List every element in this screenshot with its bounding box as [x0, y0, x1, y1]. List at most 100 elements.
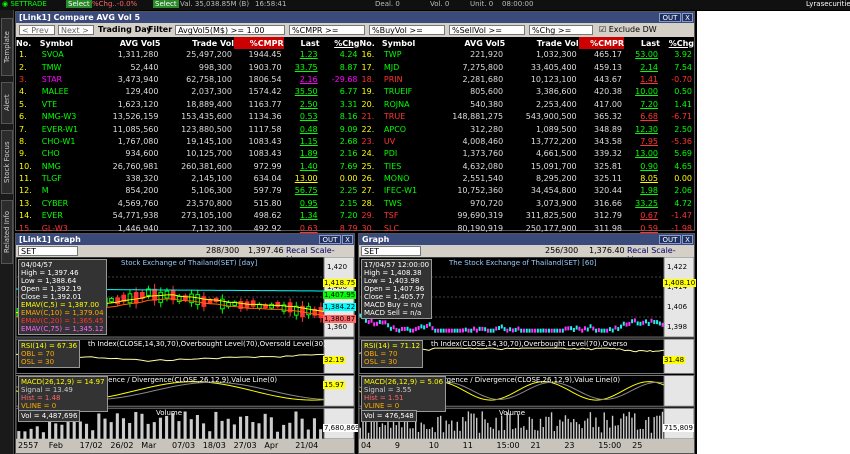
- graph2-symbol-input[interactable]: SET: [361, 246, 421, 256]
- price-tick: [450, 328, 453, 333]
- volume-bar: [578, 424, 580, 439]
- price-tick: [550, 328, 553, 333]
- graph2-toolbar: SET 256/300 1,376.40 Recal Scale-Linear: [359, 245, 694, 264]
- volume-bar: [359, 427, 361, 439]
- row-number: 6.: [19, 112, 27, 122]
- buyvol-filter[interactable]: %BuyVol >=: [369, 25, 445, 35]
- volume-bar: [559, 419, 561, 439]
- indicator-tag: 7,680,869: [323, 423, 361, 432]
- table-row[interactable]: 7. EVER-W1 11,085,560 123,880,500 1117.58 0.4…: [16, 123, 694, 135]
- table-row[interactable]: 5. VTE 1,623,120 18,889,400 1163.77 2.50 3.31 2…: [16, 99, 694, 111]
- col-header-no-[interactable]: No.: [359, 37, 382, 49]
- graph1-out-button[interactable]: OUT: [319, 235, 341, 244]
- next-button[interactable]: Next >: [58, 25, 94, 35]
- table-row[interactable]: 2. TMW 52,440 998,300 1903.70 33.75 8.87 17. MJD…: [16, 61, 694, 73]
- volume-bar: [456, 421, 458, 439]
- table-row[interactable]: 3. STAR 3,473,940 62,758,100 1806.54 2.16 -29.…: [16, 74, 694, 86]
- col-header-last[interactable]: Last: [283, 37, 320, 49]
- volume-box: Vol = 4,487,696: [18, 410, 81, 423]
- col-header--chg[interactable]: %Chg: [319, 37, 360, 49]
- avg-vol5-cell: 10,752,360: [457, 186, 504, 196]
- graph2-close-button[interactable]: X: [682, 235, 693, 244]
- price-tick: [509, 327, 512, 332]
- cmpr-filter[interactable]: %CMPR >=: [289, 25, 365, 35]
- avg-vol5-cell: 7,275,800: [462, 62, 504, 72]
- table-row[interactable]: 6. NMG-W3 13,526,159 153,435,600 1134.36 0.53…: [16, 111, 694, 123]
- tab-related-info[interactable]: Related Info: [1, 200, 13, 264]
- graph1-close-button[interactable]: X: [342, 235, 353, 244]
- price-tick: [395, 327, 398, 332]
- avg-vol5-cell: 4,632,080: [462, 161, 504, 171]
- out-button[interactable]: OUT: [659, 13, 681, 22]
- cmpr-cell: 634.04: [253, 174, 282, 184]
- table-row[interactable]: 8. CHO-W1 1,767,080 19,145,100 1083.43 1.15 2.…: [16, 136, 694, 148]
- table-row[interactable]: 1. SVOA 1,311,280 25,497,200 1944.45 1.23 4.24…: [16, 49, 694, 61]
- price-tick: [467, 328, 470, 333]
- tab-template[interactable]: Template: [1, 18, 13, 76]
- graph1-range-bar: 2557 Feb 17/02 26/02 Mar 07/03 18/03 27/03 Apr 21…: [16, 439, 354, 453]
- volume-box-line: Vol = 476,548: [364, 412, 414, 421]
- volume-bar: [294, 411, 298, 439]
- tab-stock-focus[interactable]: Stock Focus: [1, 130, 13, 194]
- select-button-1[interactable]: Select: [66, 0, 92, 8]
- volume-bar: [489, 427, 492, 439]
- row-number: 16.: [361, 50, 375, 60]
- table-row[interactable]: 12. M 854,200 5,106,300 597.79 56.75 2.25 27. IF…: [16, 185, 694, 197]
- select-button-2[interactable]: Select: [153, 0, 179, 8]
- graph1-chart[interactable]: Stock Exchange of Thailand(SET) [day] th …: [16, 257, 361, 439]
- sellvol-filter[interactable]: %SellVol >=: [449, 25, 525, 35]
- col-header-avg-vol5[interactable]: AVG Vol5: [431, 37, 506, 49]
- price-tick: [650, 318, 653, 323]
- price-tick: [403, 326, 406, 331]
- graph2-out-button[interactable]: OUT: [659, 235, 681, 244]
- table-row[interactable]: 4. MALEE 129,400 2,037,300 1574.42 35.50 6.77 1…: [16, 86, 694, 98]
- table-row[interactable]: 13. CYBER 4,569,760 23,570,800 515.80 0.95 2.1…: [16, 198, 694, 210]
- prev-button[interactable]: < Prev: [19, 25, 55, 35]
- last-cell: 1.15: [299, 136, 318, 146]
- cmpr-cell: 339.32: [594, 149, 622, 159]
- row-number: 3.: [19, 74, 27, 84]
- cmpr-cell: 316.66: [594, 198, 622, 208]
- avgvol-filter[interactable]: AvgVol5(M$) >= 1.00: [175, 25, 285, 35]
- graph2-chart[interactable]: The Stock Exchange of Thailand(SET) [60]…: [359, 257, 697, 439]
- volume-title: Volume: [156, 409, 183, 418]
- chg-cell: 0.00: [674, 174, 692, 184]
- graph1-price: 1,397.46: [248, 246, 284, 255]
- volume-bar: [512, 429, 514, 439]
- col-header-trade-vol[interactable]: Trade Vol: [160, 37, 234, 49]
- table-row[interactable]: 14. EVER 54,771,938 273,105,100 498.62 1.34 7.…: [16, 210, 694, 222]
- price-tick: [597, 328, 600, 333]
- row-number: 27.: [361, 186, 375, 196]
- col-header-avg-vol5[interactable]: AVG Vol5: [93, 37, 161, 49]
- y-tick-label: 1,422: [667, 263, 688, 271]
- avg-vol5-cell: 338,320: [125, 174, 159, 184]
- chg-filter[interactable]: %Chg >=: [529, 25, 593, 35]
- volume-bar: [503, 429, 506, 439]
- col-header-trade-vol[interactable]: Trade Vol: [505, 37, 579, 49]
- table-row[interactable]: 11. TLGF 338,320 2,145,100 634.04 13.00 0.00 26…: [16, 173, 694, 185]
- table-row[interactable]: 9. CHO 934,600 10,125,700 1083.43 1.89 2.16 24.…: [16, 148, 694, 160]
- candle-body: [109, 297, 114, 303]
- cmpr-cell: 459.13: [594, 62, 622, 72]
- trade-vol-cell: 10,125,700: [186, 149, 232, 159]
- volume-bar: [634, 413, 636, 439]
- graph1-symbol-input[interactable]: SET: [18, 246, 78, 256]
- col-header--chg[interactable]: %Chg: [660, 37, 694, 49]
- volume-bar: [498, 430, 500, 439]
- price-tick: [553, 328, 556, 333]
- price-tick: [500, 324, 503, 329]
- col-header-last[interactable]: Last: [624, 37, 661, 49]
- info-box-line: High = 1,397.46: [21, 269, 79, 277]
- col-header-symbol[interactable]: Symbol: [381, 37, 432, 49]
- close-button[interactable]: X: [682, 13, 693, 22]
- col-header-symbol[interactable]: Symbol: [39, 37, 94, 49]
- col-header-no-[interactable]: No.: [16, 37, 40, 49]
- row-number: 10.: [19, 161, 32, 171]
- exclude-dw-checkbox[interactable]: ☑ Exclude DW: [599, 25, 657, 35]
- col-header--cmpr[interactable]: %CMPR: [578, 37, 624, 49]
- tab-alert[interactable]: Alert: [1, 82, 13, 124]
- col-header--cmpr[interactable]: %CMPR: [233, 37, 284, 49]
- chg-cell: 1.41: [674, 99, 692, 109]
- table-row[interactable]: 10. NMG 26,760,981 260,381,600 972.99 1.40 7.6…: [16, 161, 694, 173]
- volume-bar: [567, 418, 569, 439]
